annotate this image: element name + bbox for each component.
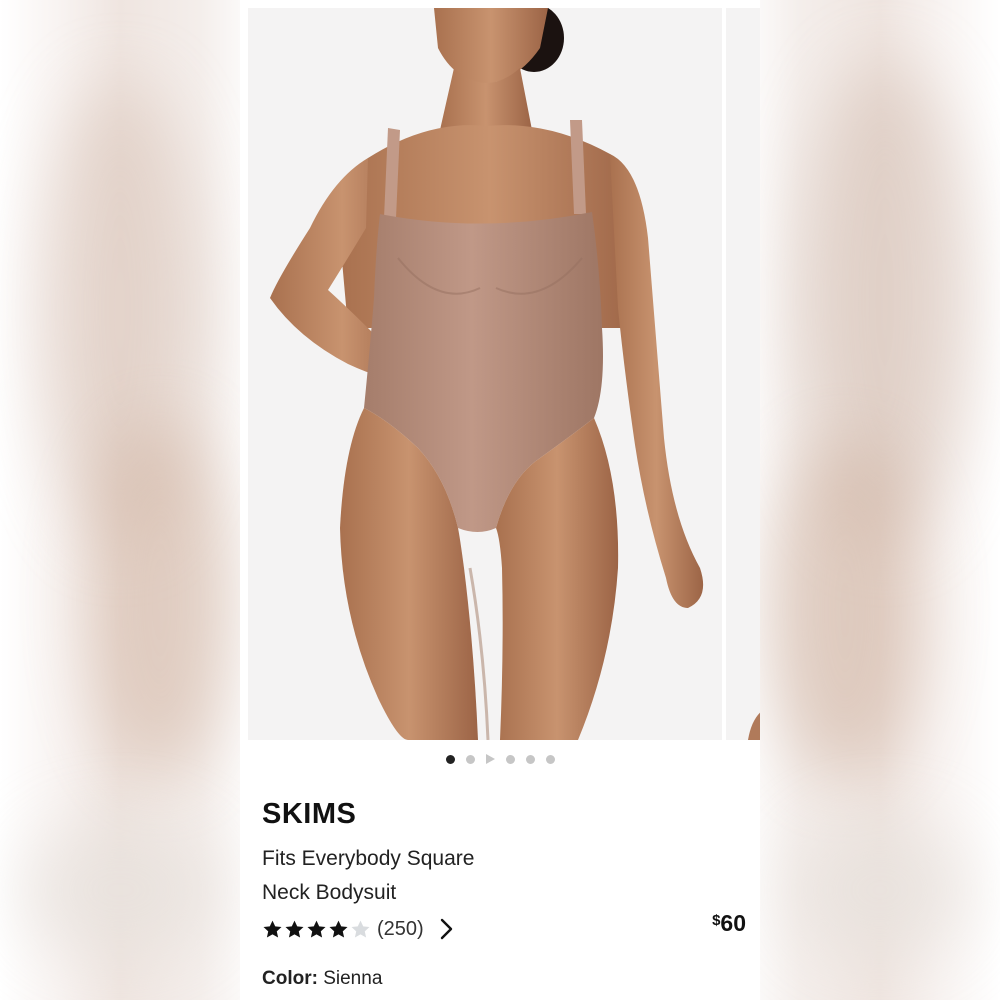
review-count[interactable]: (250) [377, 918, 424, 941]
blurred-background-right [760, 0, 1000, 1000]
screenshot-frame: SKIMS Fits Everybody Square Neck Bodysui… [0, 0, 1000, 1000]
gallery-pagination [240, 752, 760, 766]
pagination-dot-active[interactable] [445, 754, 455, 764]
selected-color: Color: Sienna [262, 968, 382, 990]
star-filled-icon [329, 920, 348, 938]
pagination-dot[interactable] [525, 754, 535, 764]
product-title-line-2: Neck Bodysuit [262, 881, 397, 904]
play-icon[interactable] [485, 754, 495, 764]
rating-row[interactable]: (250) [262, 914, 456, 944]
star-filled-icon [263, 920, 282, 938]
pagination-dot[interactable] [545, 754, 555, 764]
next-product-image-peek[interactable] [726, 8, 760, 740]
star-rating [262, 919, 371, 940]
product-title: Fits Everybody Square Neck Bodysuit [262, 842, 562, 910]
product-title-line-1: Fits Everybody Square [262, 847, 475, 870]
brand-name[interactable]: SKIMS [262, 798, 356, 831]
pagination-dot[interactable] [505, 754, 515, 764]
star-filled-icon [307, 920, 326, 938]
product-image-gallery[interactable] [240, 8, 760, 740]
color-label: Color: [262, 968, 318, 989]
star-filled-icon [285, 920, 304, 938]
product-image[interactable] [248, 8, 722, 740]
next-image-preview [726, 8, 760, 740]
star-empty-icon [351, 920, 370, 938]
price-amount: 60 [720, 910, 746, 936]
product-price: $60 [712, 910, 746, 937]
pagination-dot[interactable] [465, 754, 475, 764]
blurred-background-left [0, 0, 240, 1000]
model-photo [248, 8, 722, 740]
chevron-right-icon[interactable] [436, 917, 456, 941]
product-page: SKIMS Fits Everybody Square Neck Bodysui… [240, 0, 760, 1000]
color-value: Sienna [323, 968, 383, 989]
price-currency: $ [712, 912, 721, 929]
